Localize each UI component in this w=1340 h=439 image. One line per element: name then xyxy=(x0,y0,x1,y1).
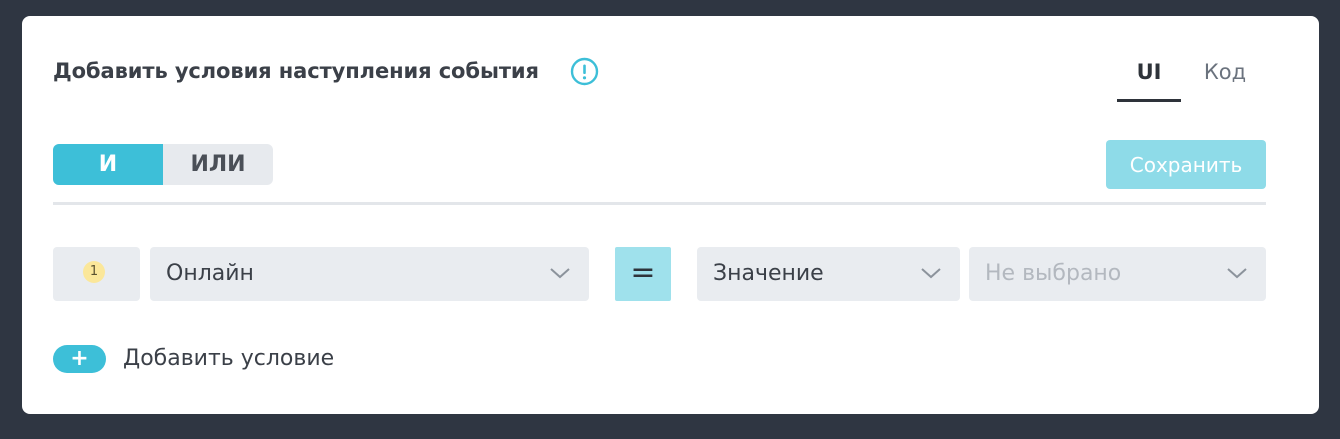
logic-or-button[interactable]: ИЛИ xyxy=(163,144,273,185)
chevron-down-icon xyxy=(550,268,570,279)
plus-icon[interactable]: + xyxy=(53,345,106,373)
window-frame: Добавить условия наступления события UI … xyxy=(0,0,1340,439)
field-select-value: Онлайн xyxy=(166,261,254,286)
value-type-select-value: Значение xyxy=(713,261,824,286)
value-select[interactable]: Не выбрано xyxy=(969,247,1266,301)
conditions-panel: Добавить условия наступления события UI … xyxy=(22,16,1319,414)
tab-ui[interactable]: UI xyxy=(1117,58,1181,102)
tab-code[interactable]: Код xyxy=(1197,58,1253,102)
active-tab-underline xyxy=(1117,99,1181,102)
add-condition-label[interactable]: Добавить условие xyxy=(123,342,334,376)
value-type-select[interactable]: Значение xyxy=(697,247,960,301)
tab-ui-label: UI xyxy=(1136,60,1162,84)
value-select-placeholder: Не выбрано xyxy=(985,261,1122,286)
condition-index-badge: 1 xyxy=(83,261,105,283)
chevron-down-icon xyxy=(1227,268,1247,279)
field-select[interactable]: Онлайн xyxy=(150,247,589,301)
tab-code-label: Код xyxy=(1203,60,1247,84)
logic-toggle: И ИЛИ xyxy=(53,144,273,185)
chevron-down-icon xyxy=(921,268,941,279)
exclamation-circle-icon[interactable] xyxy=(570,57,599,86)
condition-index-box: 1 xyxy=(53,247,140,301)
divider xyxy=(53,202,1266,205)
panel-title: Добавить условия наступления события xyxy=(53,59,539,83)
logic-and-button[interactable]: И xyxy=(53,144,163,185)
operator-select[interactable]: = xyxy=(615,247,671,301)
save-button[interactable]: Сохранить xyxy=(1106,140,1266,189)
